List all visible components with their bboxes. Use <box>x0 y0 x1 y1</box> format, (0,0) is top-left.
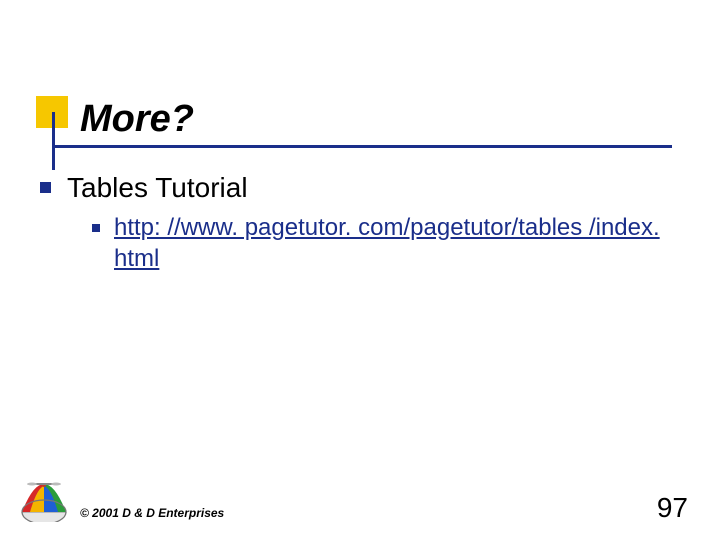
bullet-level2: http: //www. pagetutor. com/pagetutor/ta… <box>92 213 680 274</box>
propeller-beanie-icon <box>18 482 70 522</box>
copyright-text: © 2001 D & D Enterprises <box>80 506 224 520</box>
tutorial-link[interactable]: http: //www. pagetutor. com/pagetutor/ta… <box>114 213 674 274</box>
bullet-level1: Tables Tutorial <box>40 170 680 205</box>
page-number: 97 <box>657 492 688 524</box>
title-vertical-line <box>52 112 55 170</box>
slide-body: Tables Tutorial http: //www. pagetutor. … <box>40 170 680 274</box>
bullet-level1-text: Tables Tutorial <box>67 170 248 205</box>
slide-title: More? <box>80 98 194 141</box>
square-bullet-icon <box>40 182 51 193</box>
square-bullet-icon <box>92 224 100 232</box>
title-underline <box>52 145 672 148</box>
slide-container: More? Tables Tutorial http: //www. paget… <box>0 0 720 540</box>
